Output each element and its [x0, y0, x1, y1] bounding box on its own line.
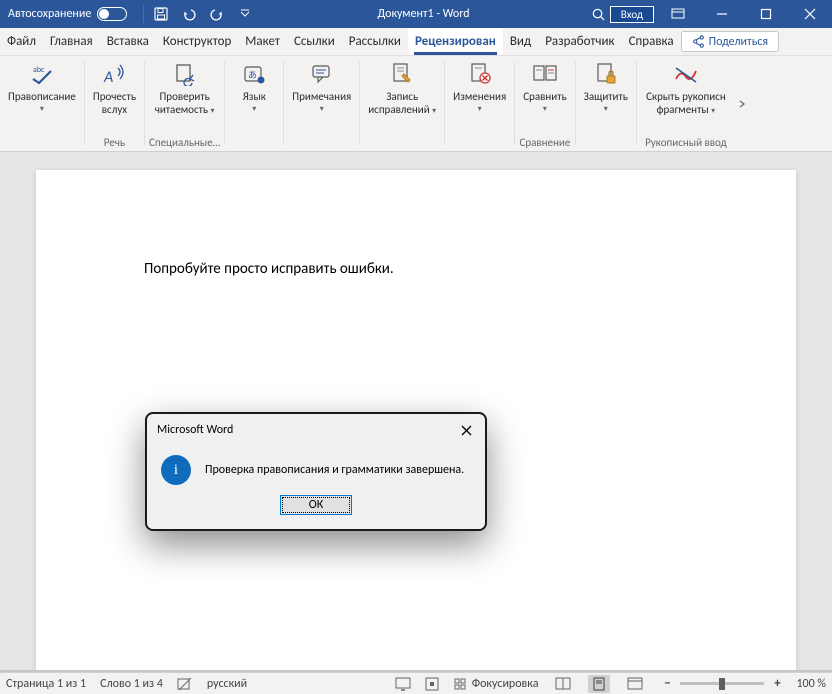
web-layout-icon[interactable]: [624, 675, 646, 693]
save-icon[interactable]: [150, 3, 172, 25]
svg-text:A: A: [103, 68, 113, 86]
chevron-down-icon: ▾: [478, 104, 482, 114]
read-aloud-icon: A: [100, 60, 128, 88]
protect-icon: [592, 60, 620, 88]
protect-button[interactable]: Защитить ▾: [580, 58, 632, 116]
tab-view[interactable]: Вид: [503, 28, 538, 55]
login-button[interactable]: Вход: [610, 6, 654, 23]
titlebar: Автосохранение Документ1 - Word Вход: [0, 0, 832, 28]
window-title: Документ1 - Word: [256, 7, 590, 21]
message-dialog: Microsoft Word i Проверка правописания и…: [145, 412, 487, 531]
ribbon-overflow[interactable]: [735, 56, 749, 151]
accessibility-button[interactable]: Проверить читаемость ▾: [151, 58, 219, 119]
track-changes-icon: [388, 60, 416, 88]
group-speech: Речь: [104, 135, 125, 151]
tab-insert[interactable]: Вставка: [100, 28, 156, 55]
spelling-button[interactable]: abc Правописание ▾: [4, 58, 80, 116]
comments-button[interactable]: Примечания ▾: [288, 58, 355, 116]
compare-button[interactable]: Сравнить ▾: [519, 58, 570, 116]
info-icon: i: [161, 455, 191, 485]
language-icon: あ: [240, 60, 268, 88]
tab-help[interactable]: Справка: [622, 28, 681, 55]
comments-icon: [308, 60, 336, 88]
tab-mailings[interactable]: Рассылки: [342, 28, 408, 55]
group-ink: Рукописный ввод: [645, 135, 727, 151]
svg-text:あ: あ: [248, 70, 257, 81]
chevron-down-icon: ▾: [543, 104, 547, 114]
document-text[interactable]: Попробуйте просто исправить ошибки.: [144, 260, 688, 278]
minimize-icon[interactable]: [702, 0, 742, 28]
zoom-in-button[interactable]: +: [770, 676, 784, 691]
chevron-down-icon: ▾: [40, 104, 44, 114]
statusbar: Страница 1 из 1 Слово 1 из 4 русский Фок…: [0, 672, 832, 694]
tab-references[interactable]: Ссылки: [287, 28, 342, 55]
tab-review[interactable]: Рецензирован: [408, 28, 503, 55]
compare-icon: [531, 60, 559, 88]
focus-mode-button[interactable]: Фокусировка: [453, 677, 539, 691]
group-accessibility: Специальные…: [149, 135, 220, 151]
status-display-settings-icon[interactable]: [395, 677, 411, 691]
ink-icon: [672, 60, 700, 88]
language-button[interactable]: あ Язык ▾: [229, 58, 279, 116]
ribbon: abc Правописание ▾ A Прочесть вслух Речь…: [0, 56, 832, 152]
track-changes-button[interactable]: Запись исправлений ▾: [364, 58, 440, 119]
separator: [143, 5, 144, 23]
document-area: Попробуйте просто исправить ошибки. Micr…: [0, 152, 832, 670]
zoom-slider[interactable]: [680, 682, 764, 685]
tab-layout[interactable]: Макет: [238, 28, 287, 55]
status-page[interactable]: Страница 1 из 1: [6, 677, 86, 691]
share-button[interactable]: Поделиться: [681, 31, 779, 52]
qat-customize-icon[interactable]: [234, 3, 256, 25]
zoom-control: − + 100 %: [660, 676, 826, 691]
ribbon-tabs: Файл Главная Вставка Конструктор Макет С…: [0, 28, 832, 56]
chevron-down-icon: ▾: [320, 104, 324, 114]
dialog-ok-button[interactable]: ОК: [280, 495, 352, 515]
spelling-icon: abc: [28, 60, 56, 88]
chevron-down-icon: ▾: [604, 104, 608, 114]
status-macro-icon[interactable]: [425, 677, 439, 691]
tab-file[interactable]: Файл: [0, 28, 43, 55]
zoom-value[interactable]: 100 %: [796, 677, 826, 691]
dialog-message: Проверка правописания и грамматики завер…: [205, 463, 464, 477]
search-icon[interactable]: [591, 7, 606, 22]
group-compare: Сравнение: [519, 135, 570, 151]
tab-developer[interactable]: Разработчик: [538, 28, 621, 55]
print-layout-icon[interactable]: [588, 675, 610, 693]
redo-icon[interactable]: [206, 3, 228, 25]
dialog-close-button[interactable]: [457, 421, 475, 439]
dialog-title: Microsoft Word: [157, 423, 233, 437]
status-language[interactable]: русский: [207, 677, 247, 691]
ribbon-display-icon[interactable]: [658, 0, 698, 28]
read-aloud-button[interactable]: A Прочесть вслух: [89, 58, 140, 118]
status-spell-icon[interactable]: [177, 677, 193, 691]
share-label: Поделиться: [709, 35, 768, 49]
tab-design[interactable]: Конструктор: [156, 28, 238, 55]
read-mode-icon[interactable]: [552, 675, 574, 693]
maximize-icon[interactable]: [746, 0, 786, 28]
changes-icon: [466, 60, 494, 88]
changes-button[interactable]: Изменения ▾: [449, 58, 510, 116]
hide-ink-button[interactable]: Скрыть рукописн фрагменты ▾: [641, 58, 731, 119]
status-words[interactable]: Слово 1 из 4: [100, 677, 163, 691]
svg-text:abc: abc: [33, 65, 45, 75]
undo-icon[interactable]: [178, 3, 200, 25]
zoom-out-button[interactable]: −: [660, 676, 674, 691]
tab-home[interactable]: Главная: [43, 28, 100, 55]
autosave-toggle[interactable]: [97, 7, 127, 21]
accessibility-icon: [171, 60, 199, 88]
share-icon: [692, 35, 705, 48]
autosave-label: Автосохранение: [8, 7, 91, 21]
close-icon[interactable]: [790, 0, 830, 28]
chevron-down-icon: ▾: [252, 104, 256, 114]
